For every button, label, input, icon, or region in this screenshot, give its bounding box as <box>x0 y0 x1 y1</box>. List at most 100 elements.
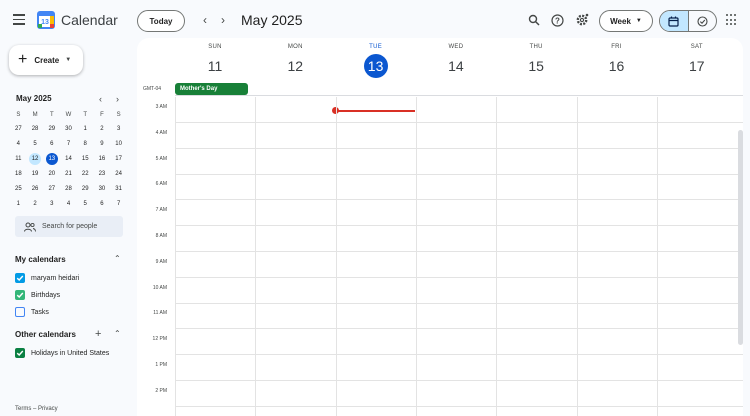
hour-label: 5 AM <box>155 155 167 162</box>
mini-calendar-day[interactable]: 16 <box>94 151 111 166</box>
mini-calendar-day[interactable]: 5 <box>77 196 94 211</box>
mini-calendar-day[interactable]: 30 <box>94 181 111 196</box>
mini-calendar-day[interactable]: 6 <box>94 196 111 211</box>
mini-calendar-day[interactable]: 2 <box>27 196 44 211</box>
mini-calendar-day[interactable]: 10 <box>110 136 127 151</box>
mini-calendar-day[interactable]: 7 <box>60 136 77 151</box>
google-apps-icon[interactable] <box>726 14 738 26</box>
mini-calendar-day[interactable]: 3 <box>110 121 127 136</box>
mini-calendar-day[interactable]: 27 <box>10 121 27 136</box>
all-day-event-mothers-day[interactable]: Mother's Day <box>175 83 248 95</box>
hour-label: 1 PM <box>155 362 167 368</box>
mini-calendar-day[interactable]: 18 <box>10 166 27 181</box>
day-header-fri[interactable]: FRI 16 <box>577 38 657 82</box>
time-grid[interactable]: 3 AM 4 AM 5 AM 6 AM 7 AM 8 AM 9 AM 10 AM 11 AM 12… <box>137 97 743 416</box>
mini-calendar-day[interactable]: 1 <box>77 121 94 136</box>
previous-week-button[interactable]: ‹ <box>198 13 212 27</box>
mini-calendar-day[interactable]: 25 <box>10 181 27 196</box>
chevron-up-icon[interactable]: ⌃ <box>114 329 121 338</box>
mini-calendar-day[interactable]: 31 <box>110 181 127 196</box>
calendar-list-item[interactable]: maryam heidari <box>15 273 79 283</box>
mini-calendar-day[interactable]: 22 <box>77 166 94 181</box>
mini-calendar-day[interactable]: 4 <box>10 136 27 151</box>
calendar-logo[interactable]: 13 <box>37 11 55 29</box>
mini-calendar-day[interactable]: 6 <box>43 136 60 151</box>
create-button[interactable]: + Create ▼ <box>9 45 83 75</box>
settings-icon[interactable] <box>574 12 590 28</box>
search-icon[interactable] <box>526 12 542 28</box>
mini-calendar-prev-button[interactable]: ‹ <box>99 94 102 104</box>
mini-calendar-day[interactable]: 14 <box>60 151 77 166</box>
mini-calendar-day[interactable]: 11 <box>10 151 27 166</box>
day-header-mon[interactable]: MON 12 <box>255 38 335 82</box>
mini-calendar-day-number: 31 <box>115 185 122 192</box>
mini-calendar-day[interactable]: 1 <box>10 196 27 211</box>
mini-calendar-day[interactable]: 15 <box>77 151 94 166</box>
help-icon[interactable]: ? <box>549 12 565 28</box>
mini-calendar-day-number: 25 <box>15 185 22 192</box>
view-select[interactable]: Week ▼ <box>599 10 653 32</box>
next-week-button[interactable]: › <box>216 13 230 27</box>
calendar-list-item[interactable]: Tasks <box>15 307 49 317</box>
checkbox-checked-icon[interactable] <box>15 348 25 358</box>
day-column-divider <box>415 97 417 416</box>
day-header-date: 12 <box>287 58 304 74</box>
my-calendars-title[interactable]: My calendars <box>15 255 66 264</box>
hour-gridline <box>175 354 743 356</box>
mini-calendar-day[interactable]: 29 <box>43 121 60 136</box>
search-people-input[interactable]: Search for people <box>15 216 123 237</box>
other-calendars-title[interactable]: Other calendars <box>15 330 76 339</box>
mini-calendar-day[interactable]: 12 <box>27 151 44 166</box>
all-day-row[interactable] <box>175 82 743 96</box>
mini-calendar-day[interactable]: 27 <box>43 181 60 196</box>
calendar-list-item[interactable]: Holidays in United States <box>15 348 109 358</box>
mini-calendar-day-number: 28 <box>31 125 39 132</box>
mini-calendar-day[interactable]: 28 <box>60 181 77 196</box>
mini-calendar-day[interactable]: 13 <box>43 151 60 166</box>
mini-calendar-day[interactable]: 21 <box>60 166 77 181</box>
terms-privacy-link[interactable]: Terms – Privacy <box>15 406 58 412</box>
add-calendar-icon[interactable]: + <box>95 328 101 340</box>
today-button[interactable]: Today <box>137 10 185 32</box>
mini-calendar-day[interactable]: 24 <box>110 166 127 181</box>
mini-calendar-day[interactable]: 20 <box>43 166 60 181</box>
mini-calendar-day[interactable]: 8 <box>77 136 94 151</box>
checkbox-checked-icon[interactable] <box>15 273 25 283</box>
day-header-sun[interactable]: SUN 11 <box>175 38 255 82</box>
mini-calendar-next-button[interactable]: › <box>116 94 119 104</box>
day-header-date: 13 <box>336 54 416 78</box>
hour-gridline <box>175 405 743 407</box>
main-menu-icon[interactable] <box>9 11 29 29</box>
time-grid-scrollbar[interactable] <box>738 130 743 345</box>
mini-calendar-day[interactable]: 30 <box>60 121 77 136</box>
checkbox-unchecked-icon[interactable] <box>15 307 25 317</box>
day-header-weekday: FRI <box>611 44 622 50</box>
day-header-sat[interactable]: SAT 17 <box>657 38 737 82</box>
mini-calendar-day[interactable]: 19 <box>27 166 44 181</box>
day-header-thu[interactable]: THU 15 <box>496 38 576 82</box>
mini-calendar-day-number: 26 <box>31 185 39 192</box>
mini-calendar-day[interactable]: 26 <box>27 181 44 196</box>
mini-calendar-day[interactable]: 28 <box>27 121 44 136</box>
mini-calendar-day[interactable]: 23 <box>94 166 111 181</box>
day-header-wed[interactable]: WED 14 <box>416 38 496 82</box>
mini-calendar-day[interactable]: 7 <box>110 196 127 211</box>
mini-calendar-day[interactable]: 2 <box>94 121 111 136</box>
day-header-weekday: MON <box>287 44 303 50</box>
day-column-divider <box>656 97 658 416</box>
hour-gridline <box>175 225 743 227</box>
calendar-view-button[interactable] <box>660 11 689 31</box>
checkbox-checked-icon[interactable] <box>15 290 25 300</box>
mini-calendar-day[interactable]: 17 <box>110 151 127 166</box>
mini-calendar-day[interactable]: 3 <box>43 196 60 211</box>
mini-calendar-day[interactable]: 29 <box>77 181 94 196</box>
mini-calendar-day[interactable]: 9 <box>94 136 111 151</box>
chevron-down-icon: ▼ <box>635 18 642 24</box>
mini-calendar-day[interactable]: 5 <box>27 136 44 151</box>
mini-calendar-day[interactable]: 4 <box>60 196 77 211</box>
day-header-tue[interactable]: TUE 13 <box>336 38 416 82</box>
hour-label: 6 AM <box>155 181 167 188</box>
tasks-view-button[interactable] <box>689 11 717 31</box>
calendar-list-item[interactable]: Birthdays <box>15 290 60 300</box>
chevron-up-icon[interactable]: ⌃ <box>114 254 121 263</box>
